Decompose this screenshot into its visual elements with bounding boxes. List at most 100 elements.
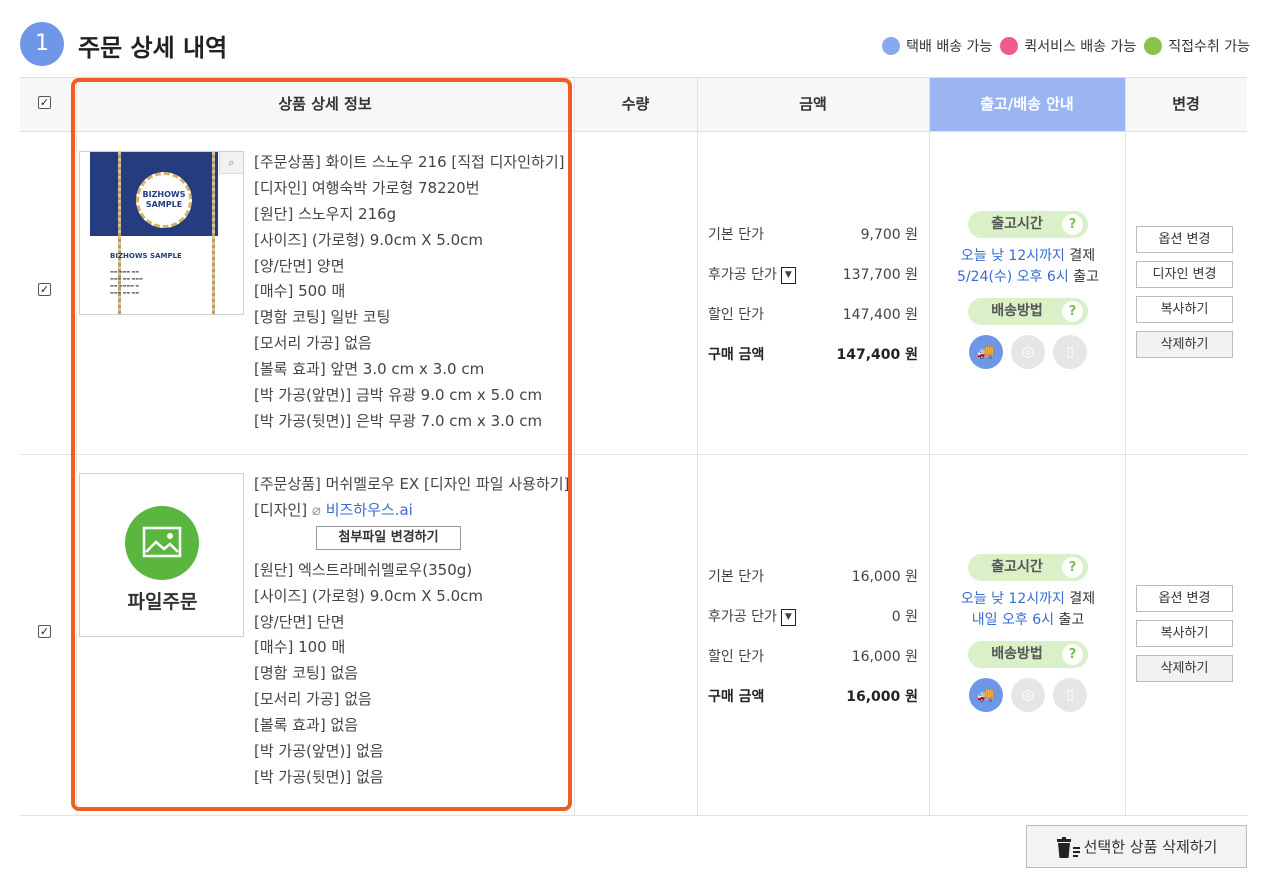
- base-price-row: 기본 단가 9,700 원: [708, 224, 918, 264]
- divider: [574, 78, 575, 815]
- pill-label: 출고시간: [991, 216, 1043, 232]
- copy-button[interactable]: 복사하기: [1136, 296, 1233, 323]
- spec-line: [볼록 효과] 앞면 3.0 cm x 3.0 cm: [254, 360, 485, 379]
- pickup-icon[interactable]: ▯: [1053, 335, 1087, 369]
- product-specs: [주문상품] 머쉬멜로우 EX [디자인 파일 사용하기] [디자인] ⌀ 비즈…: [254, 472, 569, 791]
- base-price-row: 기본 단가 16,000 원: [708, 566, 918, 606]
- truck-icon[interactable]: 🚚: [969, 678, 1003, 712]
- legend-dot-pink: [1000, 37, 1019, 55]
- spec-line: [양/단면] 단면: [254, 612, 345, 631]
- spec-line: [모서리 가공] 없음: [254, 690, 372, 709]
- row-checkbox[interactable]: ✓: [38, 625, 51, 638]
- release-schedule: 오늘 낮 12시까지 결제 5/24(수) 오후 6시 출고: [930, 246, 1126, 288]
- pickup-icon[interactable]: ▯: [1053, 678, 1087, 712]
- payment-deadline: 오늘 낮 12시까지: [960, 591, 1065, 607]
- design-file-link[interactable]: 비즈하우스.ai: [326, 501, 413, 519]
- legend-dot-green: [1144, 37, 1163, 55]
- chevron-down-icon[interactable]: ▼: [780, 608, 796, 626]
- spec-line: [박 가공(뒷면)] 없음: [254, 767, 384, 786]
- schedule-text: 결제: [1064, 248, 1096, 264]
- delete-selected-label: 선택한 상품 삭제하기: [1083, 838, 1218, 856]
- release-date: 내일 오후 6시: [971, 612, 1054, 628]
- change-attachment-button[interactable]: 첨부파일 변경하기: [316, 525, 461, 550]
- spec-line: [양/단면] 양면: [254, 256, 345, 275]
- paperclip-icon: ⌀: [311, 500, 321, 519]
- spec-line: [원단] 스노우지 216g: [254, 204, 397, 223]
- spec-line: [주문상품] 화이트 스노우 216 [직접 디자인하기]: [254, 153, 565, 171]
- legend-label: 택배 배송 가능: [906, 39, 993, 55]
- divider: [697, 78, 698, 815]
- shipping-method-pill: 배송방법?: [968, 298, 1088, 325]
- price-label: 할인 단가: [708, 307, 764, 323]
- price-value: 16,000 원: [851, 569, 918, 585]
- spec-line: [볼록 효과] 없음: [254, 716, 359, 735]
- chevron-down-icon[interactable]: ▼: [780, 266, 796, 284]
- legend-quick: 퀵서비스 배송 가능: [1000, 36, 1136, 56]
- finishing-price-row: 후가공 단가 ▼ 137,700 원: [708, 264, 918, 304]
- option-change-button[interactable]: 옵션 변경: [1136, 585, 1233, 612]
- row-actions: 옵션 변경 복사하기 삭제하기: [1136, 585, 1234, 690]
- help-icon[interactable]: ?: [1062, 557, 1083, 578]
- price-label-text: 후가공 단가: [708, 609, 777, 625]
- price-label: 후가공 단가 ▼: [708, 606, 796, 626]
- help-icon[interactable]: ?: [1062, 301, 1083, 322]
- spec-line: [매수] 100 매: [254, 638, 346, 657]
- price-breakdown: 기본 단가 9,700 원 후가공 단가 ▼ 137,700 원 할인 단가 14…: [708, 224, 918, 384]
- spec-line: [사이즈] (가로형) 9.0cm X 5.0cm: [254, 586, 483, 605]
- design-file-line: [디자인] ⌀ 비즈하우스.ai: [254, 498, 569, 524]
- trash-icon: [1056, 836, 1080, 858]
- price-breakdown: 기본 단가 16,000 원 후가공 단가 ▼ 0 원 할인 단가 16,000 …: [708, 566, 918, 726]
- row-checkbox[interactable]: ✓: [38, 283, 51, 296]
- motorcycle-icon[interactable]: ◎: [1011, 335, 1045, 369]
- delivery-legend: 택배 배송 가능 퀵서비스 배송 가능 직접수취 가능: [882, 36, 1250, 56]
- product-specs: [주문상품] 화이트 스노우 216 [직접 디자인하기] [디자인] 여행숙박…: [254, 150, 564, 435]
- section-header: 1 주문 상세 내역 택배 배송 가능 퀵서비스 배송 가능 직접수취 가능: [20, 20, 1250, 68]
- delete-selected-button[interactable]: 선택한 상품 삭제하기: [1026, 825, 1247, 868]
- motorcycle-icon[interactable]: ◎: [1011, 678, 1045, 712]
- schedule-text: 결제: [1064, 591, 1096, 607]
- help-icon[interactable]: ?: [1062, 214, 1083, 235]
- sample-badge: BIZHOWS SAMPLE: [136, 172, 192, 228]
- spec-label: [디자인]: [254, 500, 308, 519]
- spec-line: [명함 코팅] 없음: [254, 664, 359, 683]
- price-label: 기본 단가: [708, 569, 764, 585]
- select-all-checkbox[interactable]: ✓: [38, 96, 51, 109]
- payment-deadline: 오늘 낮 12시까지: [960, 248, 1065, 264]
- price-value: 9,700 원: [860, 227, 918, 243]
- truck-icon[interactable]: 🚚: [969, 335, 1003, 369]
- release-schedule: 오늘 낮 12시까지 결제 내일 오후 6시 출고: [930, 589, 1126, 631]
- col-shipping: 출고/배송 안내: [929, 78, 1125, 131]
- spec-line: [박 가공(앞면)] 없음: [254, 742, 384, 761]
- shipping-info: 출고시간? 오늘 낮 12시까지 결제 내일 오후 6시 출고 배송방법? 🚚 …: [930, 554, 1126, 712]
- release-time-pill: 출고시간?: [968, 211, 1088, 238]
- price-label: 할인 단가: [708, 649, 764, 665]
- help-icon[interactable]: ?: [1062, 644, 1083, 665]
- price-label: 구매 금액: [708, 689, 765, 705]
- spec-line: [매수] 500 매: [254, 282, 346, 301]
- product-thumbnail[interactable]: BIZHOWS SAMPLE BIZHOWS SAMPLE ▬▬ ▬▬▬ ▬▬ ▬…: [79, 151, 244, 315]
- product-thumbnail[interactable]: 파일주문: [79, 473, 244, 637]
- col-product-info: 상품 상세 정보: [278, 95, 372, 113]
- copy-button[interactable]: 복사하기: [1136, 620, 1233, 647]
- order-table: ✓ 상품 상세 정보 수량 금액 출고/배송 안내 변경 ✓ BIZHOWS S…: [20, 77, 1247, 816]
- pill-label: 출고시간: [991, 559, 1043, 575]
- image-icon: [125, 506, 199, 580]
- search-icon[interactable]: ⌕: [219, 152, 243, 174]
- spec-line: [박 가공(뒷면)] 은박 무광 7.0 cm x 3.0 cm: [254, 411, 543, 430]
- option-change-button[interactable]: 옵션 변경: [1136, 226, 1233, 253]
- price-value: 147,400 원: [842, 307, 918, 323]
- price-label: 기본 단가: [708, 227, 764, 243]
- file-order-label: 파일주문: [127, 591, 198, 613]
- discount-price-row: 할인 단가 16,000 원: [708, 646, 918, 686]
- schedule-text: 출고: [1054, 612, 1085, 628]
- price-value: 16,000 원: [846, 689, 918, 705]
- delete-button[interactable]: 삭제하기: [1136, 331, 1233, 358]
- schedule-text: 출고: [1068, 269, 1099, 285]
- price-value: 0 원: [891, 609, 918, 625]
- attach-row: 첨부파일 변경하기: [254, 524, 569, 558]
- delete-button[interactable]: 삭제하기: [1136, 655, 1233, 682]
- spec-line: [디자인] 여행숙박 가로형 78220번: [254, 178, 480, 197]
- price-value: 147,400 원: [836, 347, 918, 363]
- design-change-button[interactable]: 디자인 변경: [1136, 261, 1233, 288]
- total-price-row: 구매 금액 147,400 원: [708, 344, 918, 384]
